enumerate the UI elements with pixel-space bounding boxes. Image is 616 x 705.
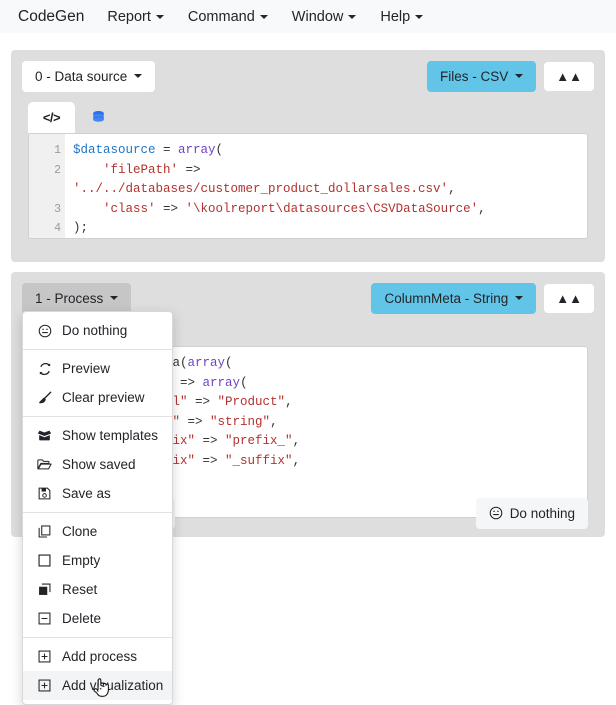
dropdown-item-preview[interactable]: Preview [23,354,172,383]
line-number: 1 [54,144,61,157]
menu-item-command-label: Command [187,8,255,25]
datasource-index-label: 0 - Data source [35,68,128,84]
process-index-label: 1 - Process [35,290,104,306]
line-number: 3 [54,202,61,216]
floppy-save-icon [37,487,52,500]
do-nothing-button[interactable]: Do nothing [475,497,588,529]
process-type-label: ColumnMeta - String [384,290,509,306]
dropdown-item-label: Show templates [62,428,159,443]
dropdown-item-empty[interactable]: Empty [23,546,172,575]
dropdown-item-clear-preview[interactable]: Clear preview [23,383,172,412]
dropdown-item-label: Show saved [62,457,136,472]
process-type-button[interactable]: ColumnMeta - String [371,282,537,314]
datasource-type-button[interactable]: Files - CSV [427,60,537,92]
smiley-circle-icon [489,506,502,520]
chevron-double-up-icon: ▲▲ [556,290,582,306]
refresh-icon [37,362,52,376]
datasource-header-right: Files - CSV ▲▲ [427,60,594,92]
app-brand: CodeGen [18,7,85,25]
clone-icon [37,525,52,538]
menu-item-window[interactable]: Window [281,5,368,29]
datasource-code-editor[interactable]: 1 2 3 4 $datasource = array( 'filePath' … [28,133,588,239]
chevron-down-icon [348,14,357,19]
dropdown-item-label: Preview [62,361,111,376]
chevron-down-icon [110,296,119,300]
dropdown-item-label: Save as [62,486,111,501]
datasource-code-text[interactable]: $datasource = array( 'filePath' => '../.… [65,134,587,238]
dropdown-item-label: Reset [62,582,98,597]
box-open-icon [37,429,52,442]
dropdown-item-label: Clone [62,524,98,539]
datasource-tabstrip: </> [11,102,605,133]
line-number: 4 [54,222,61,235]
smiley-circle-icon [37,324,52,338]
square-icon [37,554,52,567]
dropdown-item-label: Clear preview [62,390,145,405]
dropdown-item-label: Empty [62,553,101,568]
menu-item-report[interactable]: Report [96,5,175,29]
datasource-panel: 0 - Data source Files - CSV ▲▲ </> 1 2 3… [11,50,605,262]
minus-square-icon [37,612,52,625]
datasource-tab-database[interactable] [75,102,122,133]
layers-icon [37,583,52,596]
dropdown-item-delete[interactable]: Delete [23,604,172,633]
folder-open-icon [37,458,52,471]
datasource-tab-code[interactable]: </> [28,102,75,133]
dropdown-separator [23,512,172,513]
datasource-type-label: Files - CSV [440,68,509,84]
dropdown-item-add-process[interactable]: Add process [23,642,172,671]
broom-icon [37,391,52,405]
menu-item-help-label: Help [380,8,411,25]
menu-item-window-label: Window [291,8,344,25]
pointing-hand-cursor [92,676,112,705]
dropdown-item-save-as[interactable]: Save as [23,479,172,508]
process-dropdown-menu: Do nothing Preview Clear preview Show te… [22,311,173,705]
dropdown-item-label: Add process [62,649,138,664]
dropdown-item-reset[interactable]: Reset [23,575,172,604]
process-header-right: ColumnMeta - String ▲▲ [371,282,594,314]
database-icon [93,111,104,122]
datasource-panel-header: 0 - Data source Files - CSV ▲▲ [11,50,605,102]
process-index-button[interactable]: 1 - Process [22,282,132,314]
plus-square-icon [37,650,52,663]
code-icon: </> [42,110,61,125]
chevron-down-icon [415,14,424,19]
dropdown-item-show-templates[interactable]: Show templates [23,421,172,450]
dropdown-item-label: Do nothing [62,323,128,338]
process-collapse-button[interactable]: ▲▲ [544,283,594,313]
app-menubar: CodeGen Report Command Window Help [0,0,616,33]
chevron-down-icon [155,14,164,19]
dropdown-separator [23,637,172,638]
chevron-down-icon [259,14,268,19]
menu-item-help[interactable]: Help [369,5,434,29]
dropdown-item-do-nothing[interactable]: Do nothing [23,316,172,345]
line-number: 2 [54,163,61,177]
dropdown-item-label: Add visualization [62,678,164,693]
datasource-collapse-button[interactable]: ▲▲ [544,61,594,91]
do-nothing-label: Do nothing [509,505,575,521]
chevron-double-up-icon: ▲▲ [556,68,582,84]
datasource-index-button[interactable]: 0 - Data source [22,60,156,92]
dropdown-item-label: Delete [62,611,102,626]
dropdown-separator [23,416,172,417]
chevron-down-icon [134,74,143,78]
dropdown-separator [23,349,172,350]
chevron-down-icon [515,296,524,300]
dropdown-item-clone[interactable]: Clone [23,517,172,546]
plus-square-icon [37,679,52,692]
datasource-line-gutter: 1 2 3 4 [29,134,65,238]
menu-item-command[interactable]: Command [177,5,279,29]
dropdown-item-show-saved[interactable]: Show saved [23,450,172,479]
chevron-down-icon [515,74,524,78]
menu-item-report-label: Report [107,8,151,25]
